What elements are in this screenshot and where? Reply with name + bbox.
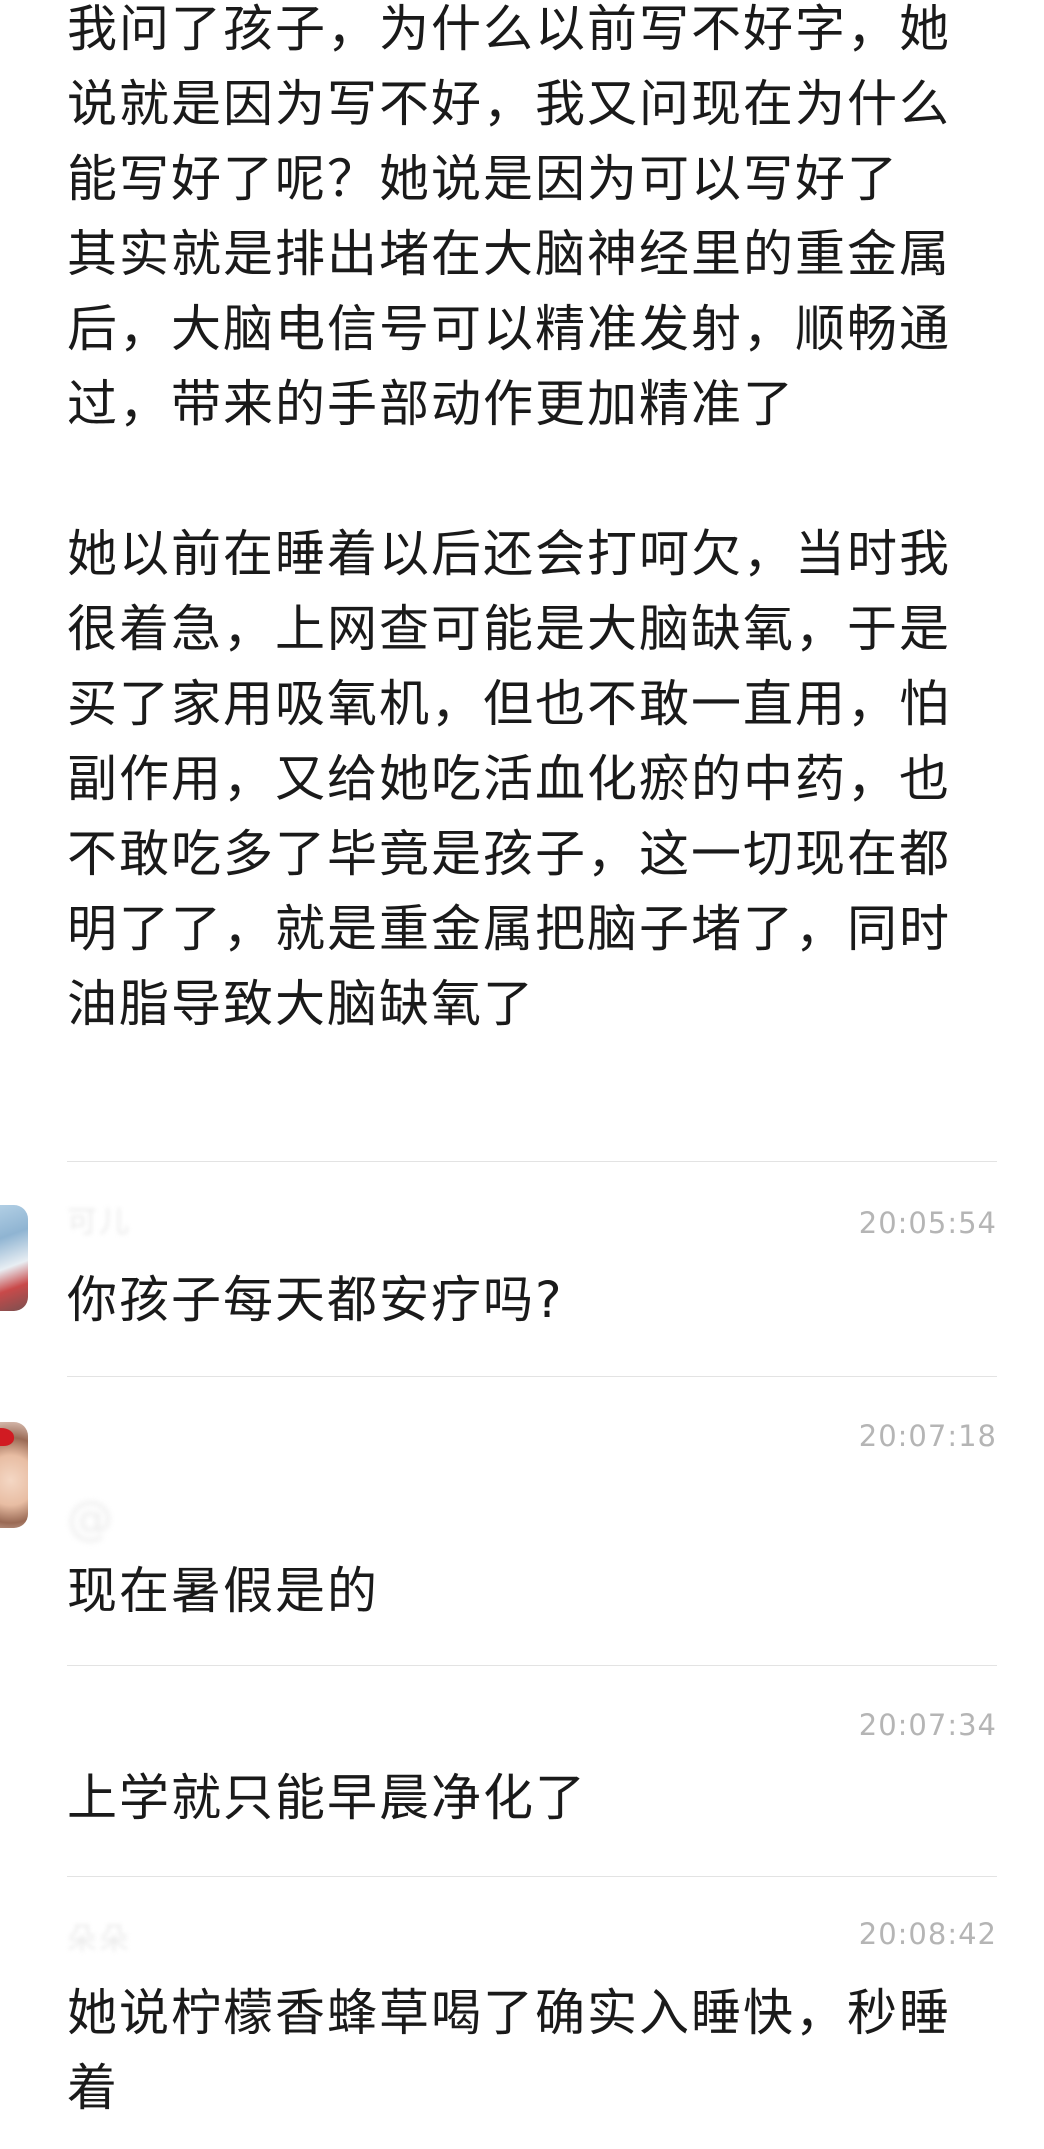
comment-feed: 我问了孩子，为什么以前写不好字，她说就是因为写不好，我又问现在为什么能写好了呢？…: [0, 0, 1044, 2149]
divider: [67, 1876, 997, 1877]
reply-mention[interactable]: @: [67, 1488, 115, 1548]
comment-time: 20:08:42: [858, 1917, 997, 1951]
divider: [67, 1161, 997, 1162]
comment-username[interactable]: 可儿: [67, 1203, 131, 1243]
post-paragraph: 她以前在睡着以后还会打呵欠，当时我很着急，上网查可能是大脑缺氧，于是买了家用吸氧…: [67, 525, 951, 1033]
comment-text: 她说柠檬香蜂草喝了确实入睡快，秒睡着: [67, 1984, 951, 2117]
avatar[interactable]: [0, 1205, 28, 1311]
divider: [67, 1665, 997, 1666]
comment-time: 20:07:34: [858, 1708, 997, 1742]
post-paragraph: 我问了孩子，为什么以前写不好字，她说就是因为写不好，我又问现在为什么能写好了呢？…: [67, 0, 951, 208]
comment-username[interactable]: 朵朵: [67, 1920, 131, 1960]
post-paragraph: 其实就是排出堵在大脑神经里的重金属后，大脑电信号可以精准发射，顺畅通过，带来的手…: [67, 225, 951, 433]
post-body: 我问了孩子，为什么以前写不好字，她说就是因为写不好，我又问现在为什么能写好了呢？…: [67, 0, 997, 1042]
divider: [67, 1376, 997, 1377]
comment-text: 你孩子每天都安疗吗?: [67, 1271, 564, 1329]
comment-text: 上学就只能早晨净化了: [67, 1769, 587, 1827]
comment-time: 20:05:54: [858, 1206, 997, 1240]
comment-time: 20:07:18: [858, 1419, 997, 1453]
comment-text: 现在暑假是的: [67, 1562, 379, 1620]
avatar[interactable]: [0, 1422, 28, 1528]
